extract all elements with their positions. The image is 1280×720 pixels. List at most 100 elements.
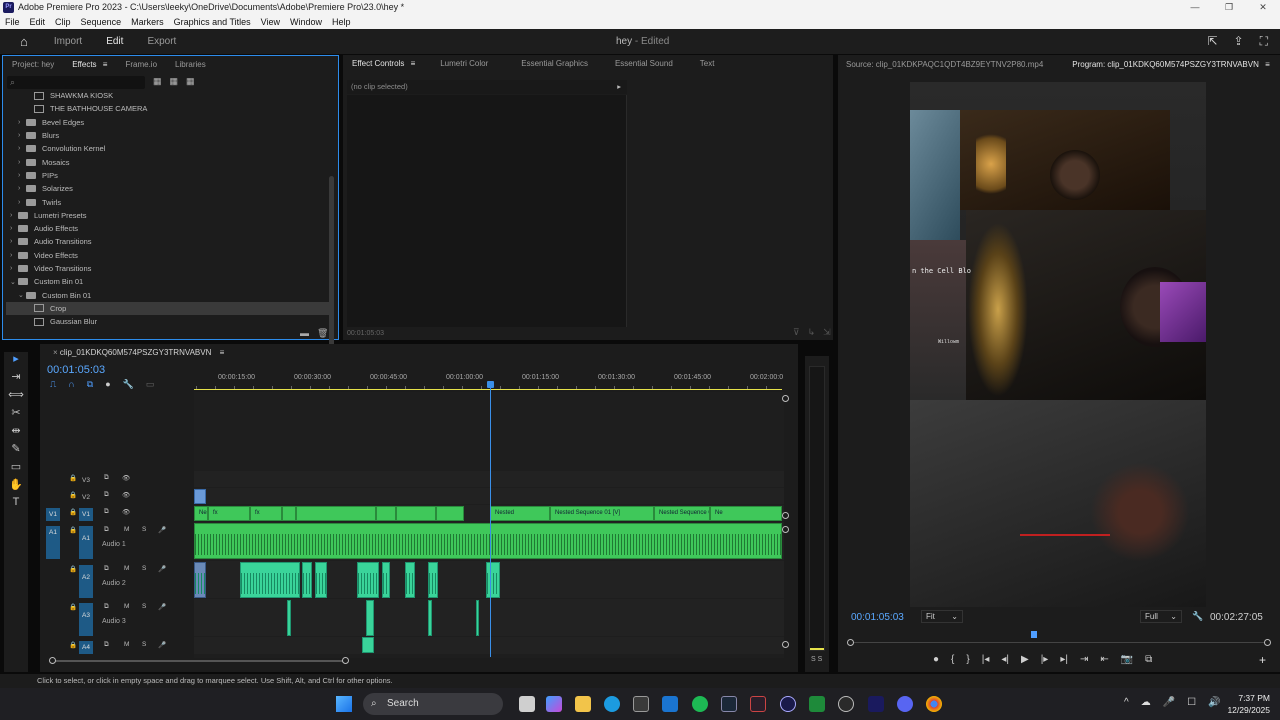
lock-icon[interactable]: 🔒 [69, 508, 77, 516]
audio-clip-a2[interactable] [302, 562, 312, 598]
hand-tool-icon[interactable]: ✋ [4, 478, 28, 496]
timeline-timecode[interactable]: 00:01:05:03 [47, 364, 105, 376]
lock-icon[interactable]: 🔒 [69, 603, 77, 611]
menu-window[interactable]: Window [285, 17, 327, 27]
spotify-icon[interactable] [692, 696, 708, 712]
audio-clip-a2[interactable] [405, 562, 415, 598]
maximize-button[interactable]: ❐ [1212, 0, 1246, 14]
tab-essential-graphics[interactable]: Essential Graphics [497, 59, 597, 68]
tab-effects[interactable]: Effects ≡ [63, 60, 116, 69]
audio-clip-a2[interactable] [382, 562, 390, 598]
program-scrubber[interactable] [850, 642, 1268, 643]
selection-tool-icon[interactable]: ▸ [4, 352, 28, 370]
taskbar-search-input[interactable]: ⌕ Search [363, 693, 503, 715]
lock-icon[interactable]: 🔒 [69, 641, 77, 649]
lock-icon[interactable]: 🔒 [69, 565, 77, 573]
mute-button[interactable]: M [124, 526, 129, 533]
fullscreen-icon[interactable]: ⛶ [1260, 34, 1268, 49]
chevron-right-icon[interactable]: › [18, 132, 26, 139]
vertical-zoom-handle-mid[interactable] [782, 512, 789, 519]
eye-icon[interactable]: 👁 [122, 474, 130, 482]
copilot-icon[interactable] [546, 696, 562, 712]
go-to-out-icon[interactable]: ▸| [1060, 654, 1068, 665]
eye-icon[interactable]: 👁 [122, 508, 130, 516]
audio-clip-a2[interactable] [240, 562, 300, 598]
tab-effect-controls[interactable]: Effect Controls ≡ [343, 59, 424, 68]
windows-start-icon[interactable] [336, 696, 352, 712]
chevron-right-icon[interactable]: › [10, 265, 18, 272]
ripple-edit-tool-icon[interactable]: ⟺ [4, 388, 28, 406]
add-marker-icon[interactable]: ● [105, 379, 110, 390]
track-name[interactable]: A3 [79, 603, 93, 636]
solo-button[interactable]: S [142, 603, 146, 610]
menu-file[interactable]: File [0, 17, 25, 27]
effects-tree-item[interactable]: › Video Transitions [6, 262, 331, 275]
video-clip[interactable] [282, 506, 296, 521]
program-video-frame[interactable]: n the Cell Blo Willowm [910, 82, 1206, 607]
go-to-in-icon[interactable]: |◂ [982, 654, 990, 665]
microphone-icon[interactable]: 🎤 [158, 565, 166, 573]
razor-tool-icon[interactable]: ✂ [4, 406, 28, 424]
tab-source-monitor[interactable]: Source: clip_01KDKPAQC1QDT4BZ9EYTNV2P80.… [838, 60, 1052, 69]
effects-tree-item[interactable]: › Solarizes [6, 182, 331, 195]
video-clip[interactable]: Ne [710, 506, 782, 521]
effects-tree-item[interactable]: › Lumetri Presets [6, 209, 331, 222]
sync-lock-icon[interactable]: ⧉ [104, 603, 109, 611]
program-current-timecode[interactable]: 00:01:05:03 [851, 612, 904, 623]
zoom-level-select[interactable]: Fit ⌄ [921, 610, 963, 623]
tab-edit[interactable]: Edit [94, 36, 135, 47]
settings-wrench-icon[interactable]: 🔧 [1192, 611, 1203, 622]
solo-buttons[interactable]: S S [811, 656, 822, 663]
microphone-icon[interactable]: 🎤 [158, 603, 166, 611]
task-view-icon[interactable] [519, 696, 535, 712]
audio-clip-a2[interactable] [194, 562, 206, 598]
effects-search-input[interactable]: ⌕ [7, 76, 145, 89]
video-clip[interactable]: fx [208, 506, 250, 521]
linked-selection-icon[interactable]: ⧉ [87, 379, 93, 390]
effects-scrollbar[interactable] [329, 176, 334, 356]
discord-icon[interactable] [897, 696, 913, 712]
accelerated-effects-icon[interactable]: ▦ [153, 76, 162, 87]
menu-graphics-and-titles[interactable]: Graphics and Titles [169, 17, 256, 27]
timeline-playhead[interactable] [487, 381, 494, 388]
effects-tree-item[interactable]: › Bevel Edges [6, 116, 331, 129]
track-name[interactable]: A1 [79, 526, 93, 559]
yuv-effects-icon[interactable]: ▦ [186, 76, 195, 87]
steam-icon[interactable] [721, 696, 737, 712]
video-track-header[interactable]: 🔒 V3 ⧉ 👁 [40, 473, 194, 488]
sync-lock-icon[interactable]: ⧉ [104, 474, 109, 482]
microphone-icon[interactable]: 🎤 [158, 526, 166, 534]
play-icon[interactable]: ▶ [1021, 654, 1029, 665]
source-patch[interactable] [46, 603, 60, 636]
source-patch[interactable]: A1 [46, 526, 60, 559]
solo-button[interactable]: S [142, 526, 146, 533]
export-icon[interactable]: ⇲ [823, 327, 831, 338]
sync-lock-icon[interactable]: ⧉ [104, 508, 109, 516]
snap-icon[interactable]: ∩ [68, 379, 74, 390]
effects-tree-item[interactable]: Crop [6, 301, 331, 316]
app-icon-arrow[interactable] [780, 696, 796, 712]
tab-essential-sound[interactable]: Essential Sound [597, 59, 682, 68]
chevron-down-icon[interactable]: ⌄ [10, 278, 18, 286]
chevron-right-icon[interactable]: › [10, 252, 18, 259]
mark-out-icon[interactable]: } [966, 654, 969, 665]
audio-clip-a3[interactable] [428, 600, 432, 636]
delete-icon[interactable]: 🗑 [317, 328, 328, 339]
chevron-right-icon[interactable]: › [18, 199, 26, 206]
chevron-right-icon[interactable]: › [18, 159, 26, 166]
effects-tree-item[interactable]: ⌄ Custom Bin 01 [6, 288, 331, 301]
source-patch[interactable] [46, 641, 60, 654]
microphone-icon[interactable]: 🎤 [158, 641, 166, 649]
effects-tree-item[interactable]: › Audio Effects [6, 222, 331, 235]
premiere-taskbar-icon[interactable] [868, 696, 884, 712]
effects-tree-item[interactable]: › Blurs [6, 129, 331, 142]
new-bin-icon[interactable]: ▬ [300, 328, 309, 339]
effects-tree-item[interactable]: SHAWKMA KIOSK [6, 89, 331, 102]
chevron-right-icon[interactable]: › [10, 238, 18, 245]
audio-clip-a1[interactable] [194, 523, 782, 559]
effects-tree-item[interactable]: › Audio Transitions [6, 235, 331, 248]
audio-clip-a2[interactable] [486, 562, 500, 598]
lock-icon[interactable]: 🔒 [69, 491, 77, 499]
video-clip[interactable]: Nested Sequence 01 [V] [550, 506, 654, 521]
effects-tree-item[interactable]: ⌄ Custom Bin 01 [6, 275, 331, 288]
